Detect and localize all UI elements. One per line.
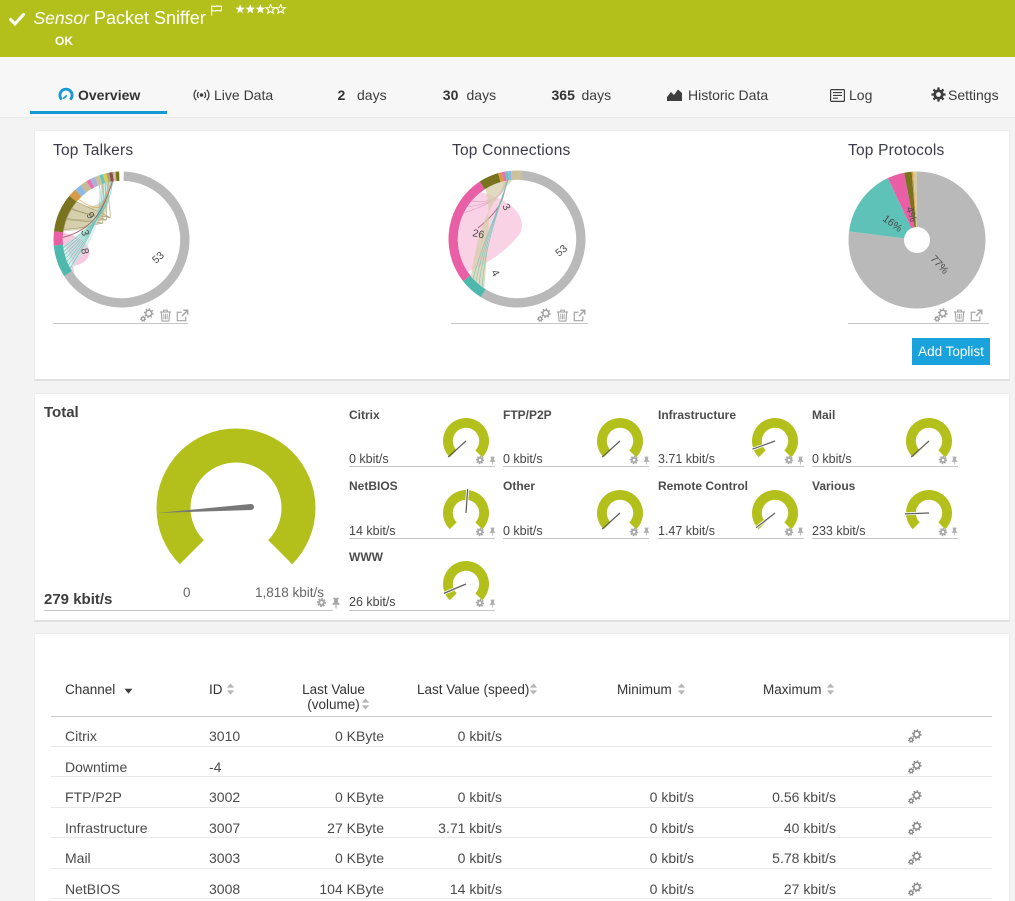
svg-text:53: 53	[150, 249, 167, 266]
svg-text:53: 53	[553, 242, 570, 259]
svg-text:4: 4	[488, 268, 501, 279]
